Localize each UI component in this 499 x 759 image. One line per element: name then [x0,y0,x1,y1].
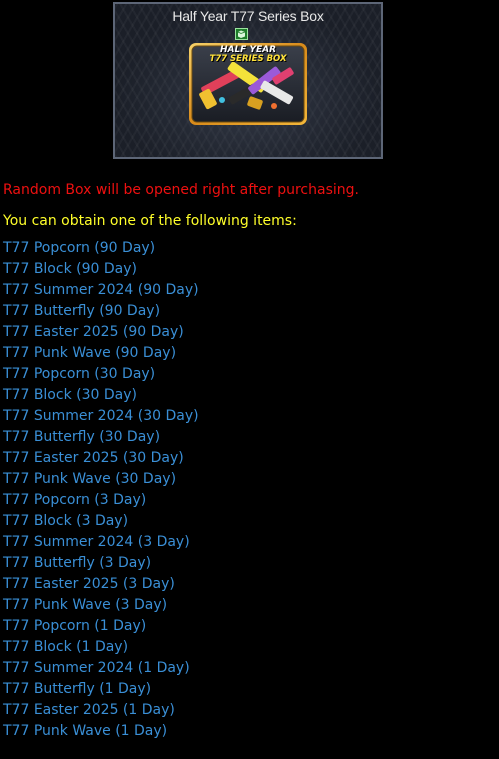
box-art-caption: HALF YEAR T77 SERIES BOX [188,46,308,64]
list-item[interactable]: T77 Popcorn (90 Day) [3,239,199,260]
box-title: Half Year T77 Series Box [172,8,324,24]
list-item[interactable]: T77 Butterfly (3 Day) [3,554,199,575]
list-item[interactable]: T77 Punk Wave (30 Day) [3,470,199,491]
list-item[interactable]: T77 Butterfly (30 Day) [3,428,199,449]
list-item[interactable]: T77 Block (30 Day) [3,386,199,407]
list-item[interactable]: T77 Punk Wave (1 Day) [3,722,199,743]
list-item[interactable]: T77 Butterfly (90 Day) [3,302,199,323]
obtain-label: You can obtain one of the following item… [3,213,297,229]
item-box-card: Half Year T77 Series Box HALF YEAR T77 S… [113,2,383,159]
list-item[interactable]: T77 Butterfly (1 Day) [3,680,199,701]
list-item[interactable]: T77 Summer 2024 (90 Day) [3,281,199,302]
list-item[interactable]: T77 Easter 2025 (90 Day) [3,323,199,344]
list-item[interactable]: T77 Summer 2024 (30 Day) [3,407,199,428]
purchase-notice: Random Box will be opened right after pu… [3,182,359,198]
list-item[interactable]: T77 Easter 2025 (1 Day) [3,701,199,722]
list-item[interactable]: T77 Block (1 Day) [3,638,199,659]
list-item[interactable]: T77 Popcorn (3 Day) [3,491,199,512]
green-box-icon [235,28,248,40]
box-art-image: HALF YEAR T77 SERIES BOX [188,42,308,126]
list-item[interactable]: T77 Popcorn (1 Day) [3,617,199,638]
list-item[interactable]: T77 Easter 2025 (3 Day) [3,575,199,596]
list-item[interactable]: T77 Easter 2025 (30 Day) [3,449,199,470]
item-list: T77 Popcorn (90 Day) T77 Block (90 Day) … [3,239,199,743]
art-caption-line2: T77 SERIES BOX [209,54,287,64]
list-item[interactable]: T77 Block (90 Day) [3,260,199,281]
list-item[interactable]: T77 Popcorn (30 Day) [3,365,199,386]
list-item[interactable]: T77 Summer 2024 (1 Day) [3,659,199,680]
list-item[interactable]: T77 Summer 2024 (3 Day) [3,533,199,554]
list-item[interactable]: T77 Punk Wave (90 Day) [3,344,199,365]
list-item[interactable]: T77 Block (3 Day) [3,512,199,533]
list-item[interactable]: T77 Punk Wave (3 Day) [3,596,199,617]
